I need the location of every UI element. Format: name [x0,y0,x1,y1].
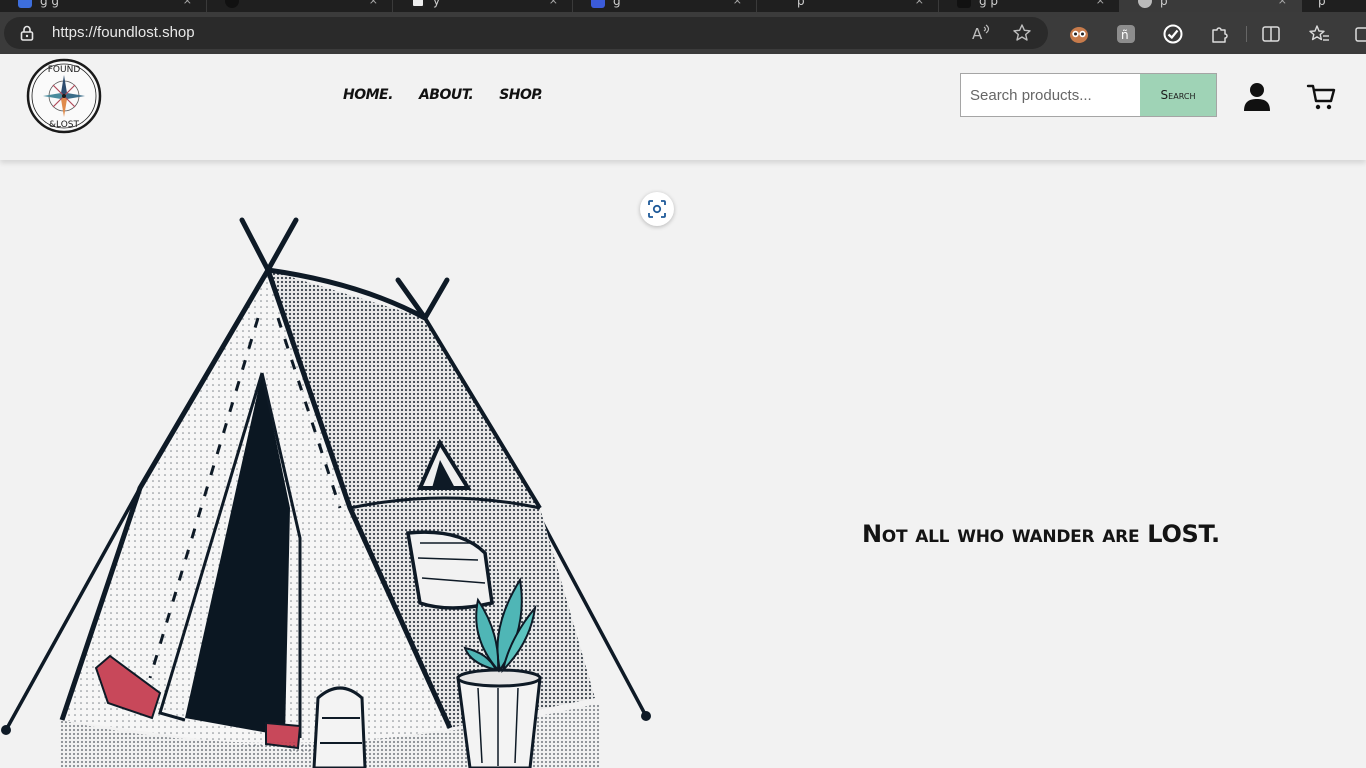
tab-title: p [1318,0,1326,8]
check-extension-icon[interactable] [1162,23,1184,45]
browser-tab[interactable]: g × [573,0,757,12]
tab-favicon-icon [225,0,239,8]
tab-favicon-icon [411,0,425,8]
browser-tab[interactable]: g g × [0,0,207,12]
tab-close-icon[interactable]: × [549,0,558,7]
toolbar-divider [1246,26,1247,42]
address-bar[interactable]: https://foundlost.shop A [4,17,1048,49]
browser-toolbar: https://foundlost.shop A ñ [0,12,1366,54]
owl-extension-icon[interactable] [1068,23,1090,45]
lock-icon[interactable] [20,25,34,41]
tab-title: g [613,0,621,8]
site-header: FOUND &LOST HOME. ABOUT. SHOP. Search [0,54,1366,160]
browser-tab-active[interactable]: p × [1120,0,1302,12]
nav-about-link[interactable]: ABOUT. [419,87,474,103]
read-aloud-icon[interactable]: A [970,23,990,43]
tent-illustration [1,217,651,768]
browser-tab[interactable]: p × [757,0,939,12]
tab-close-icon[interactable]: × [733,0,742,7]
svg-text:ñ: ñ [1121,28,1129,42]
hero-section: Not all who wander are LOST. [0,160,1366,768]
tab-title: g p [979,0,999,8]
tab-title: y [433,0,441,8]
svg-text:A: A [972,25,983,43]
collections-icon[interactable] [1352,23,1366,45]
split-screen-icon[interactable] [1260,23,1282,45]
tab-favicon-icon [18,0,32,8]
cart-icon[interactable] [1305,82,1337,112]
main-nav: HOME. ABOUT. SHOP. [343,87,543,103]
browser-tab-strip: g g × × y × g × p × g p × p × p [0,0,1366,12]
browser-tab[interactable]: × [207,0,393,12]
favorites-icon[interactable] [1308,23,1330,45]
hero-tagline: Not all who wander are LOST. [862,520,1220,548]
logo-text-bottom: &LOST [49,120,80,130]
browser-tab[interactable]: y × [393,0,573,12]
search-input[interactable] [961,74,1140,116]
browser-tab[interactable]: p [1304,0,1366,12]
visual-search-icon [648,200,666,218]
tab-close-icon[interactable]: × [369,0,378,7]
tab-favicon-icon [775,0,789,8]
translate-extension-icon[interactable]: ñ [1115,23,1137,45]
product-search-form: Search [960,73,1217,117]
tab-close-icon[interactable]: × [1096,0,1105,7]
tab-favicon-icon [957,0,971,8]
visual-search-button[interactable] [640,192,674,226]
logo-text-top: FOUND [48,65,81,75]
tab-close-icon[interactable]: × [183,0,192,7]
search-button[interactable]: Search [1140,74,1216,116]
tab-favicon-icon [591,0,605,8]
tab-title: g g [40,0,60,8]
tab-close-icon[interactable]: × [915,0,924,7]
found-lost-logo[interactable]: FOUND &LOST [26,58,102,134]
tab-favicon-icon [1138,0,1152,8]
user-icon[interactable] [1241,81,1273,113]
star-icon[interactable] [1012,23,1032,43]
nav-home-link[interactable]: HOME. [343,87,393,103]
tab-title: p [797,0,805,8]
browser-tab[interactable]: g p × [939,0,1120,12]
tab-title: p [1160,0,1168,8]
url-text[interactable]: https://foundlost.shop [52,24,195,41]
tab-close-icon[interactable]: × [1278,0,1287,7]
nav-shop-link[interactable]: SHOP. [499,87,543,103]
puzzle-icon[interactable] [1209,23,1231,45]
